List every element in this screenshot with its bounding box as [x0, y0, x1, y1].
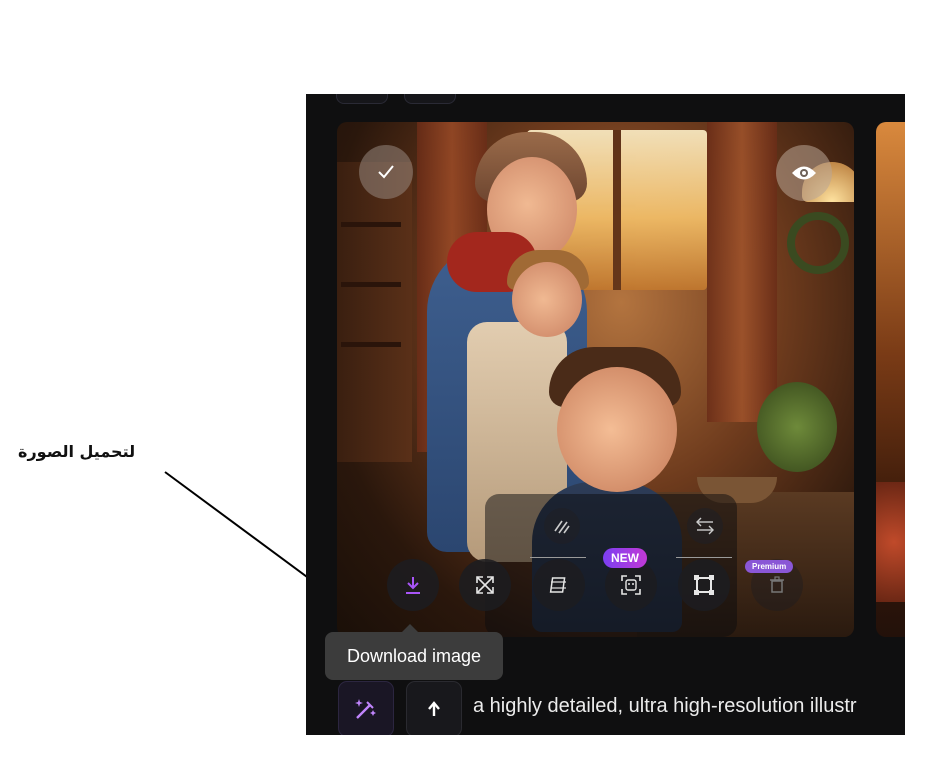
new-badge: NEW — [603, 548, 647, 568]
download-tooltip: Download image — [325, 624, 503, 680]
download-image-button[interactable] — [387, 559, 439, 611]
trash-icon — [770, 576, 784, 593]
app-panel: NEW Premium Download image a highly deta… — [306, 94, 905, 735]
upscale-button[interactable] — [459, 559, 511, 611]
illustration-face — [557, 367, 677, 492]
select-image-button[interactable] — [359, 145, 413, 199]
crop-frame-icon — [694, 575, 714, 595]
animate-button[interactable] — [533, 559, 585, 611]
upload-button[interactable] — [406, 681, 462, 735]
face-scan-icon — [621, 575, 641, 595]
preview-image-button[interactable] — [776, 145, 832, 201]
illustration-face — [512, 262, 582, 337]
magic-wand-icon — [355, 699, 376, 719]
swap-arrows-icon — [696, 517, 714, 535]
illustration-wreath — [787, 212, 849, 274]
download-icon — [406, 577, 420, 594]
variations-button[interactable] — [544, 508, 580, 544]
generated-image-card[interactable]: NEW Premium — [337, 122, 854, 637]
magic-prompt-button[interactable] — [338, 681, 394, 735]
illustration-curtain — [707, 122, 777, 422]
premium-badge: Premium — [745, 560, 794, 573]
arrow-up-icon — [428, 701, 440, 716]
illustration-plant — [757, 382, 837, 472]
eye-icon — [792, 166, 816, 180]
top-tab-chip[interactable] — [336, 94, 388, 104]
check-icon — [378, 165, 394, 179]
prompt-text[interactable]: a highly detailed, ultra high-resolution… — [473, 692, 857, 720]
divider — [530, 557, 586, 558]
expand-icon — [476, 576, 494, 594]
top-tab-chip[interactable] — [404, 94, 456, 104]
resize-button[interactable] — [678, 559, 730, 611]
slash-lines-icon — [554, 520, 570, 534]
film-icon — [549, 577, 566, 593]
illustration-shelf — [337, 162, 412, 462]
generated-image-card-2[interactable] — [876, 122, 905, 637]
divider — [676, 557, 732, 558]
swap-button[interactable] — [687, 508, 723, 544]
